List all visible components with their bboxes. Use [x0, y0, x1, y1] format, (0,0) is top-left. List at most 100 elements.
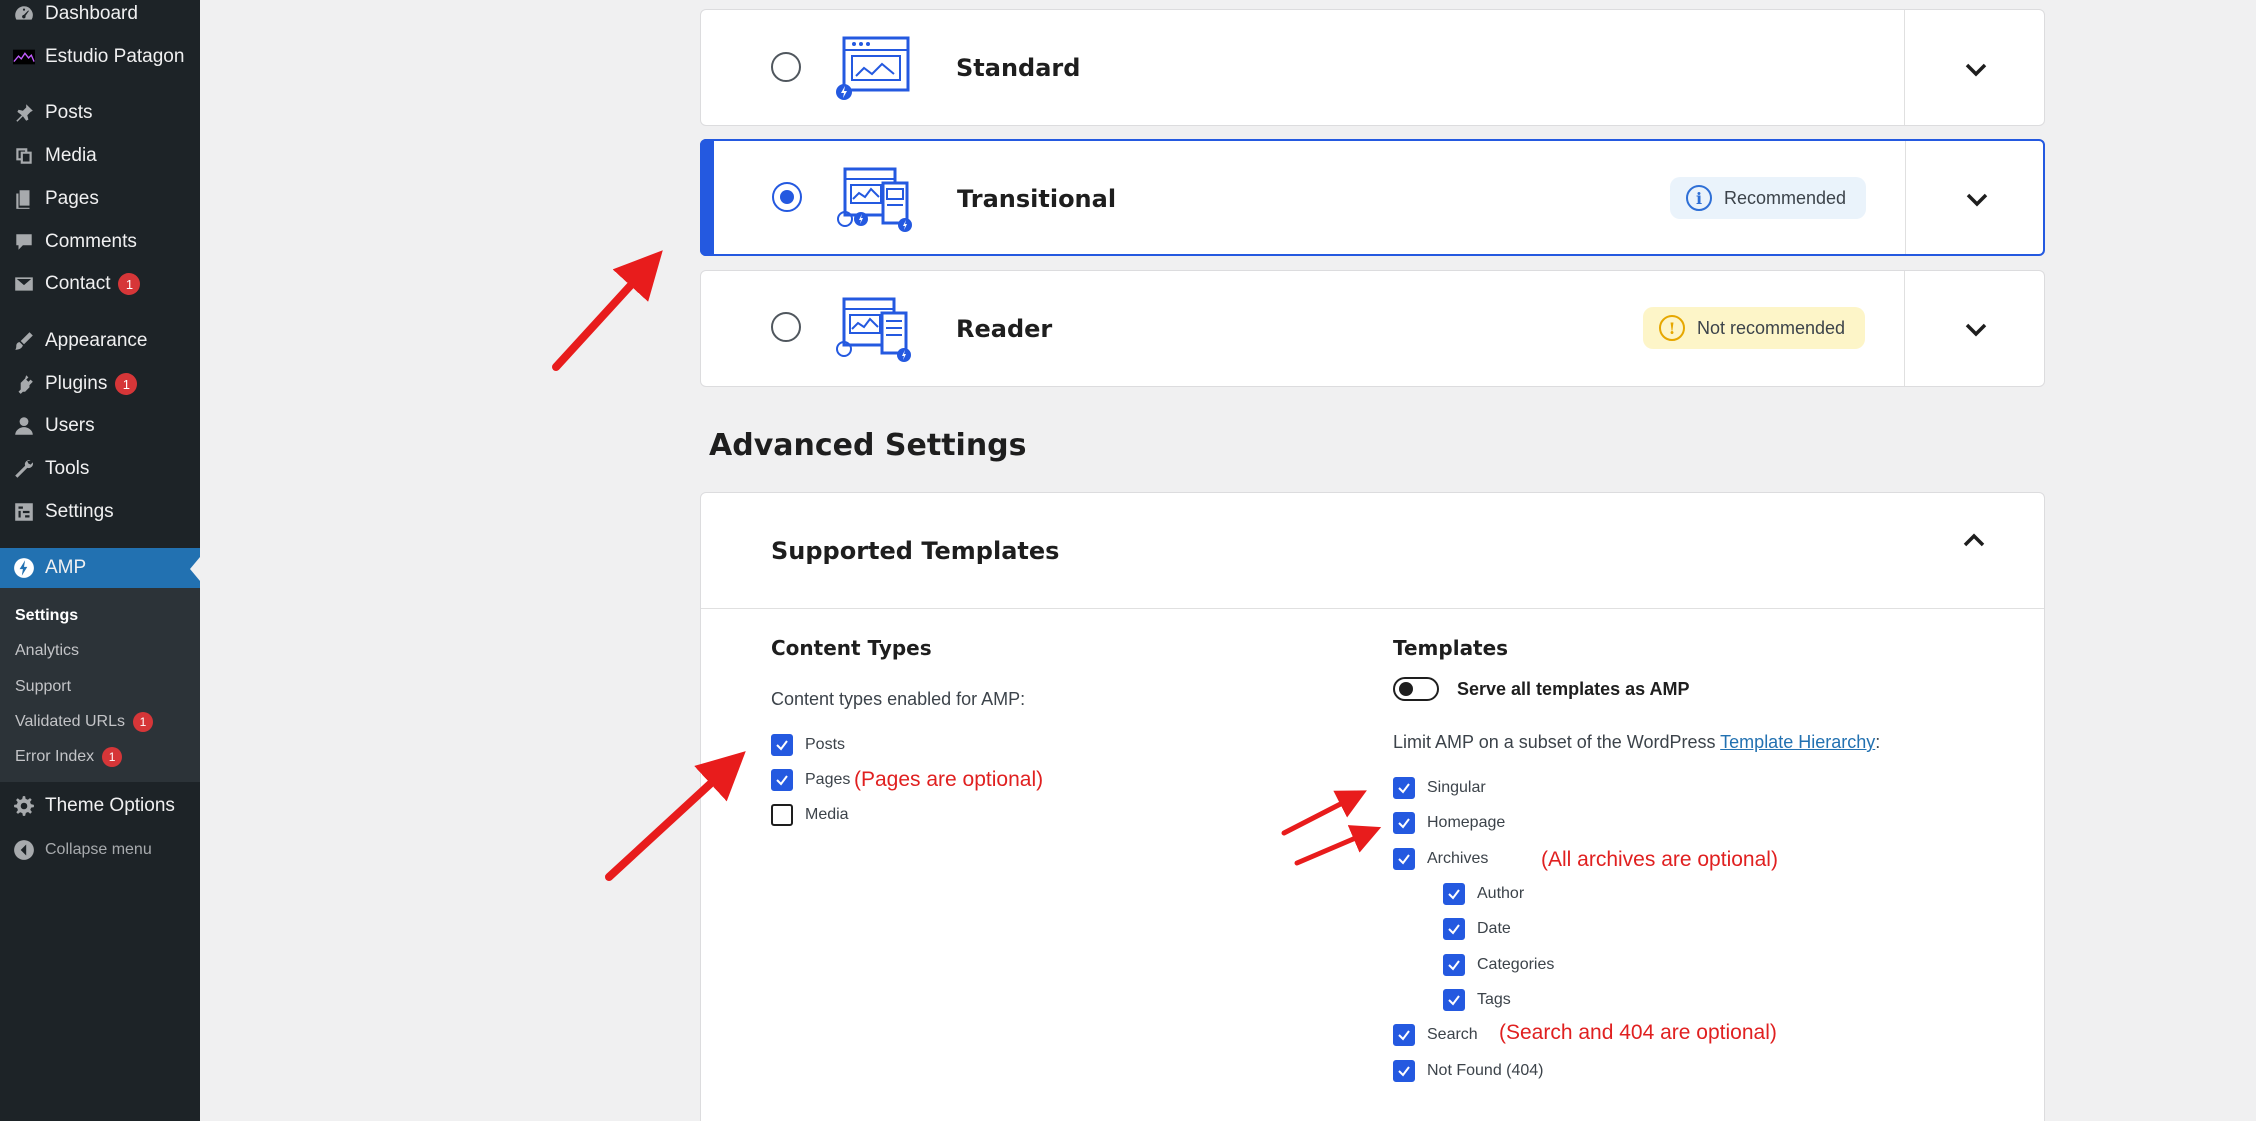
not-recommended-badge: ! Not recommended [1643, 307, 1866, 349]
serve-all-templates-toggle[interactable] [1393, 677, 1439, 701]
info-icon: i [1686, 185, 1712, 211]
menu-settings[interactable]: Settings [0, 492, 200, 532]
submenu-support[interactable]: Support [15, 673, 71, 701]
transitional-radio[interactable] [772, 182, 802, 212]
description-text: Limit AMP on a subset of the WordPress [1393, 732, 1721, 752]
transitional-mode-illustration-icon [837, 167, 912, 232]
mode-card-transitional[interactable]: Transitional i Recommended [700, 139, 2045, 256]
template-archives[interactable]: Archives [1393, 847, 1488, 871]
chevron-up-icon[interactable] [1961, 527, 1987, 553]
warning-icon: ! [1659, 315, 1685, 341]
checkbox[interactable] [1393, 777, 1415, 799]
menu-theme-options[interactable]: Theme Options [0, 786, 200, 826]
checkbox[interactable] [1393, 1060, 1415, 1082]
notification-badge: 1 [102, 747, 123, 767]
checkbox[interactable] [1443, 883, 1465, 905]
menu-pages[interactable]: Pages [0, 179, 200, 219]
reader-mode-illustration-icon [836, 297, 911, 362]
selected-indicator [700, 139, 714, 256]
templates-description: Limit AMP on a subset of the WordPress T… [1393, 732, 1880, 753]
advanced-settings-heading: Advanced Settings [709, 428, 1027, 463]
submenu-error-index[interactable]: Error Index 1 [15, 743, 123, 771]
dashboard-icon [12, 2, 36, 26]
submenu-validated-urls[interactable]: Validated URLs 1 [15, 708, 153, 736]
settings-icon [12, 500, 36, 524]
template-not-found[interactable]: Not Found (404) [1393, 1059, 1544, 1083]
standard-radio[interactable] [771, 52, 801, 82]
checkbox[interactable] [1443, 989, 1465, 1011]
collapse-label: Collapse menu [45, 841, 152, 858]
mode-card-reader[interactable]: Reader ! Not recommended [700, 270, 2045, 387]
template-tags[interactable]: Tags [1443, 988, 1511, 1012]
template-categories[interactable]: Categories [1443, 953, 1554, 977]
template-homepage[interactable]: Homepage [1393, 811, 1505, 835]
menu-amp[interactable]: AMP [0, 548, 200, 588]
template-hierarchy-link[interactable]: Template Hierarchy [1720, 732, 1875, 752]
checkbox[interactable] [1393, 812, 1415, 834]
content-type-media[interactable]: Media [771, 803, 849, 827]
content-types-heading: Content Types [771, 636, 932, 660]
wrench-icon [12, 457, 36, 481]
recommended-badge: i Recommended [1670, 177, 1867, 219]
menu-site[interactable]: Estudio Patagon [0, 37, 200, 77]
admin-sidebar: Dashboard Estudio Patagon Posts Media Pa… [0, 0, 200, 1121]
reader-radio[interactable] [771, 312, 801, 342]
menu-label: Media [45, 145, 97, 166]
mode-card-standard[interactable]: Standard [700, 9, 2045, 126]
menu-label: Contact [45, 273, 111, 294]
panel-title: Supported Templates [771, 537, 1060, 565]
notification-badge: 1 [115, 373, 138, 395]
checkbox[interactable] [1443, 954, 1465, 976]
checkbox[interactable] [1393, 848, 1415, 870]
collapse-menu-button[interactable]: Collapse menu [0, 830, 200, 870]
template-singular[interactable]: Singular [1393, 776, 1486, 800]
menu-contact[interactable]: Contact 1 [0, 264, 200, 304]
checkbox-label: Archives [1427, 850, 1489, 867]
chevron-down-icon[interactable] [1964, 186, 1990, 212]
submenu-analytics[interactable]: Analytics [15, 637, 79, 665]
menu-tools[interactable]: Tools [0, 449, 200, 489]
pages-optional-note: (Pages are optional) [854, 768, 1044, 791]
menu-dashboard[interactable]: Dashboard [0, 0, 200, 34]
menu-label: Dashboard [45, 3, 138, 24]
menu-label: Users [45, 415, 95, 436]
amp-submenu: Settings Analytics Support Validated URL… [0, 588, 200, 782]
menu-label: Estudio Patagon [45, 46, 185, 67]
site-logo-icon [12, 45, 36, 69]
content-types-description: Content types enabled for AMP: [771, 689, 1026, 709]
menu-label: Pages [45, 188, 99, 209]
checkbox-label: Singular [1427, 779, 1486, 796]
content-type-pages[interactable]: Pages [771, 768, 850, 792]
checkbox[interactable] [1393, 1024, 1415, 1046]
badge-label: Recommended [1724, 187, 1847, 208]
template-date[interactable]: Date [1443, 917, 1511, 941]
content-type-posts[interactable]: Posts [771, 733, 845, 757]
search-optional-note: (Search and 404 are optional) [1499, 1021, 1777, 1044]
menu-media[interactable]: Media [0, 136, 200, 176]
checkbox[interactable] [771, 734, 793, 756]
checkbox[interactable] [771, 769, 793, 791]
notification-badge: 1 [118, 273, 141, 295]
checkbox[interactable] [771, 804, 793, 826]
templates-heading: Templates [1393, 636, 1509, 660]
menu-appearance[interactable]: Appearance [0, 321, 200, 361]
menu-comments[interactable]: Comments [0, 222, 200, 262]
menu-plugins[interactable]: Plugins 1 [0, 364, 200, 404]
menu-label: Comments [45, 231, 137, 252]
serve-all-templates-toggle-row[interactable]: Serve all templates as AMP [1393, 677, 1689, 701]
checkbox-label: Not Found (404) [1427, 1062, 1544, 1079]
template-author[interactable]: Author [1443, 882, 1524, 906]
checkbox-label: Categories [1477, 956, 1555, 973]
menu-posts[interactable]: Posts [0, 93, 200, 133]
mode-divider [1904, 271, 1905, 386]
collapse-arrow-icon [12, 838, 36, 862]
chevron-down-icon[interactable] [1963, 316, 1989, 342]
mode-title: Transitional [957, 185, 1117, 213]
gear-icon [12, 794, 36, 818]
plugin-icon [12, 372, 36, 396]
chevron-down-icon[interactable] [1963, 56, 1989, 82]
checkbox[interactable] [1443, 918, 1465, 940]
submenu-settings[interactable]: Settings [15, 602, 78, 630]
menu-users[interactable]: Users [0, 406, 200, 446]
template-search[interactable]: Search [1393, 1023, 1478, 1047]
